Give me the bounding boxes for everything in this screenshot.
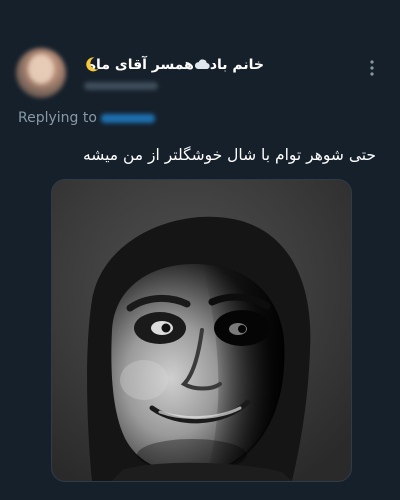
display-name-part-2: همسر آقای ماه — [87, 57, 194, 73]
tweet: خانم باد همسر آقای ماه Replying to حتی ش… — [0, 0, 400, 500]
tweet-text: حتی شوهر توام با شال خوشگلتر از من میشه — [82, 146, 376, 164]
user-handle[interactable] — [84, 82, 158, 90]
meme-image — [52, 180, 351, 481]
replying-to-handle[interactable] — [100, 114, 155, 123]
moon-icon — [86, 57, 99, 72]
replying-to-label: Replying to — [18, 110, 97, 126]
avatar[interactable] — [16, 48, 66, 98]
replying-to: Replying to — [18, 110, 155, 126]
cloud-icon — [194, 59, 210, 70]
more-vertical-icon — [370, 60, 374, 76]
display-name-part-1: خانم باد — [209, 57, 264, 73]
tweet-media[interactable] — [51, 179, 352, 482]
display-name[interactable]: خانم باد همسر آقای ماه — [88, 57, 264, 73]
more-button[interactable] — [362, 58, 382, 78]
